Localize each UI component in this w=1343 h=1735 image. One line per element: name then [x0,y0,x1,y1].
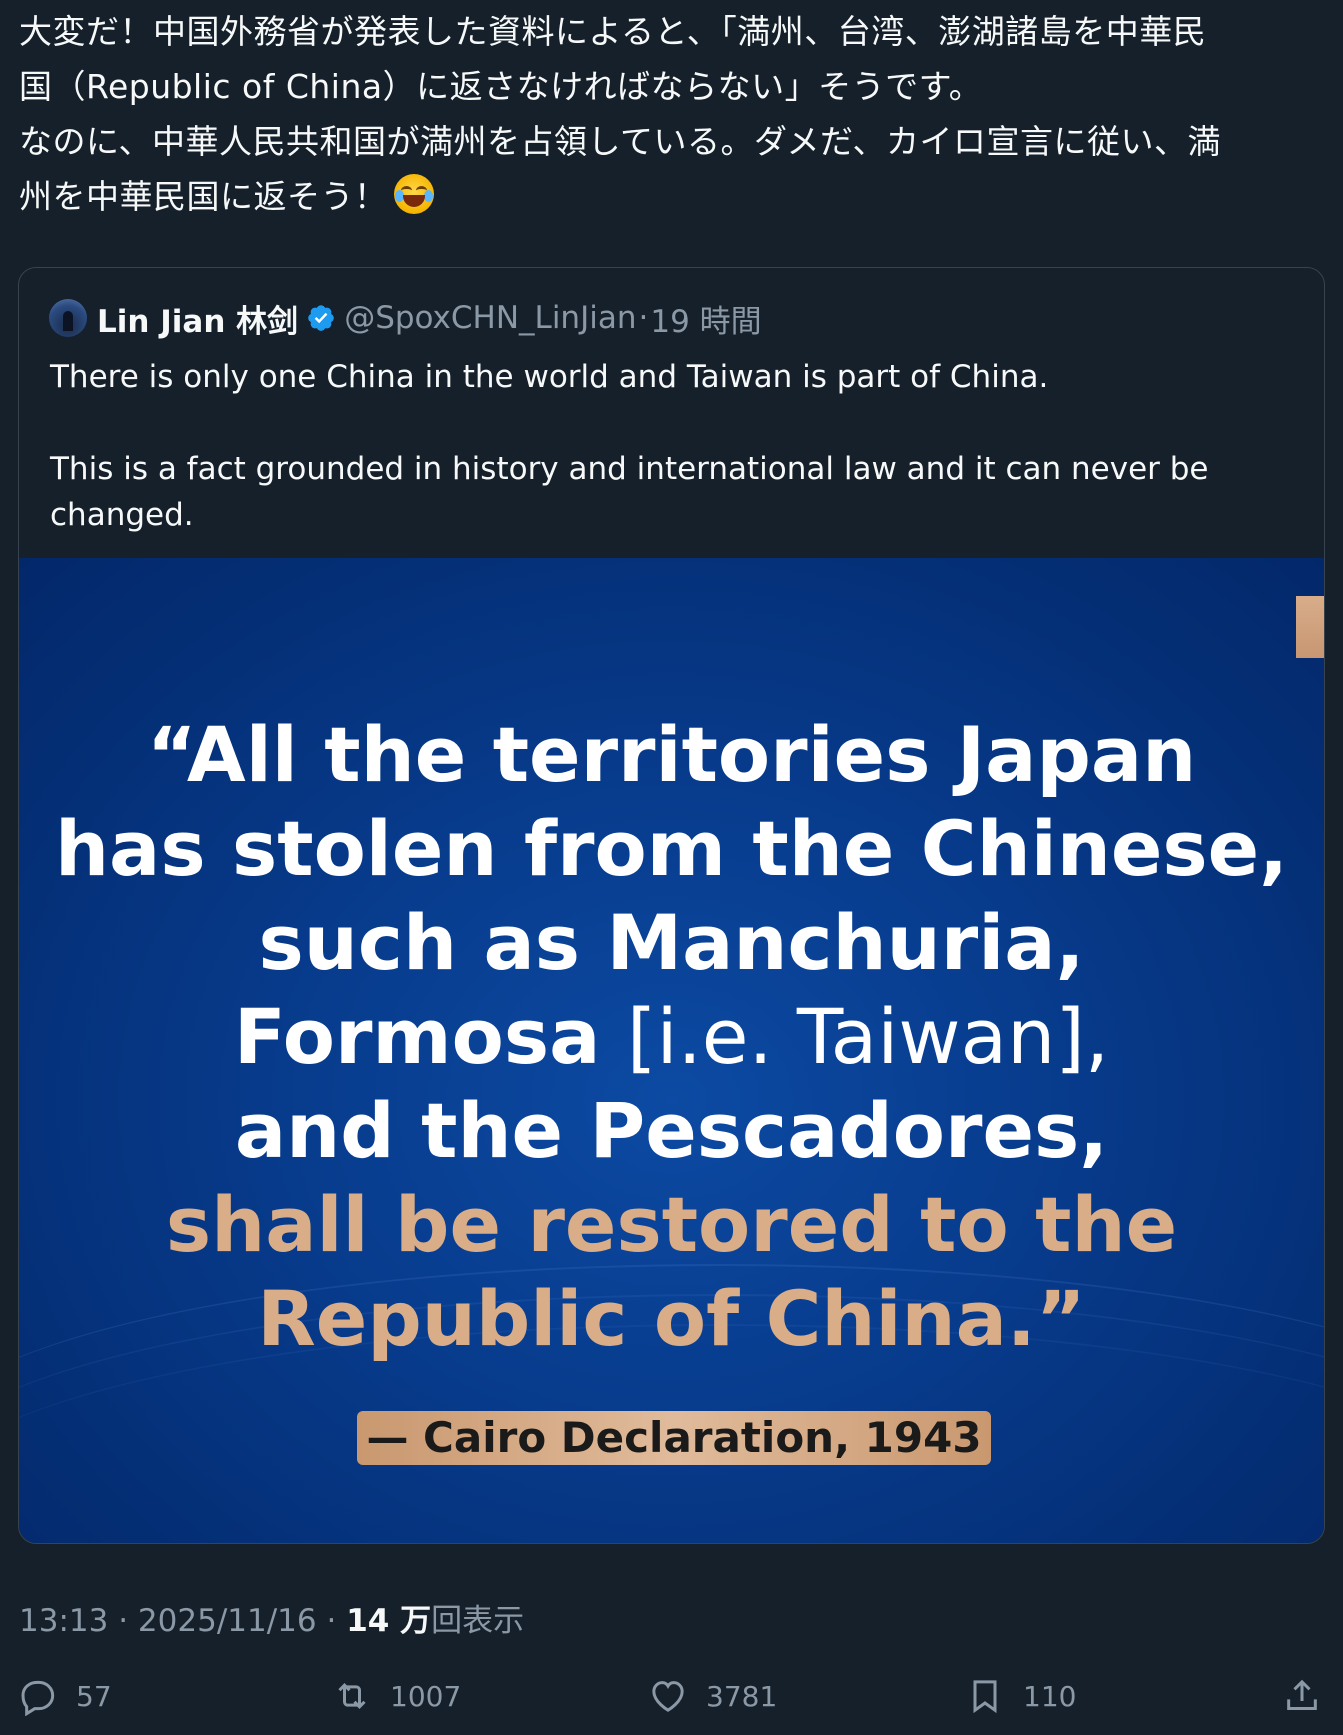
post-line: 国（Republic of China）に返さなければならない」そうです。 [19,67,983,106]
meta-separator: · [326,1603,337,1639]
repost-icon [338,1683,366,1709]
quoted-post-image[interactable]: “All the territories Japan has stolen fr… [19,558,1324,1543]
post-line: 州を中華民国に返そう！ [19,169,1319,224]
quote-line: such as Manchuria, [258,898,1085,987]
heart-icon [652,1681,684,1712]
repost-count: 1007 [390,1679,462,1713]
like-button[interactable]: 3781 [648,1666,777,1726]
post-line: なのに、中華人民共和国が満州を占領している。ダメだ、カイロ宣言に従い、満 [19,122,1222,161]
display-name[interactable]: Lin Jian 林剑 [97,296,298,341]
reply-icon [21,1680,55,1716]
repost-button[interactable]: 1007 [332,1666,461,1726]
quoted-post-card[interactable]: Lin Jian 林剑 @SpoxCHN_LinJian · 19 時間 The… [18,267,1325,1544]
quote-highlight-line: shall be restored to the [165,1180,1178,1269]
like-count: 3781 [706,1679,778,1713]
post-meta: 13:13 · 2025/11/16 · 14 万回表示 [19,1595,524,1640]
views-count: 14 万 [346,1603,432,1639]
quoted-post-header: Lin Jian 林剑 @SpoxCHN_LinJian · 19 時間 [49,296,762,340]
meta-separator: · [118,1603,129,1639]
quoted-body-paragraph: There is only one China in the world and… [50,359,1049,395]
bookmark-button[interactable]: 110 [965,1666,1076,1726]
post-time[interactable]: 19 時間 [650,296,761,341]
meta-separator: · [638,300,649,336]
quote-word: Formosa [233,992,601,1081]
reply-count: 57 [76,1679,112,1713]
quote-highlight-line: Republic of China.” [257,1274,1086,1363]
quote-line: and the Pescadores, [234,1086,1109,1175]
attribution-badge: — Cairo Declaration, 1943 [357,1411,991,1465]
post-text: 大変だ！中国外務省が発表した資料によると、「満州、台湾、澎湖諸島を中華民 国（R… [19,4,1319,224]
quote-aside: [i.e. Taiwan], [626,992,1110,1081]
quote-line: has stolen from the Chinese, [54,804,1289,893]
image-quote: “All the territories Japan has stolen fr… [19,708,1324,1366]
image-corner-tab [1296,596,1324,658]
quote-line: Formosa [i.e. Taiwan], [19,990,1324,1084]
bookmark-icon [973,1680,997,1714]
post-line: 大変だ！中国外務省が発表した資料によると、「満州、台湾、澎湖諸島を中華民 [19,12,1207,51]
quote-line: “All the territories Japan [146,710,1197,799]
share-button[interactable] [1282,1666,1340,1726]
bookmark-count: 110 [1023,1679,1077,1713]
views-label: 回表示 [431,1603,525,1639]
handle[interactable]: @SpoxCHN_LinJian [344,300,636,336]
quoted-body-paragraph: This is a fact grounded in history and i… [50,451,1209,533]
avatar[interactable] [49,299,87,337]
quoted-post-body: There is only one China in the world and… [50,354,1290,538]
verified-badge-icon [308,305,334,331]
laughing-emoji-icon [393,174,434,214]
post-timestamp[interactable]: 13:13 [19,1603,108,1639]
reply-button[interactable]: 57 [18,1666,112,1726]
action-bar: 57 1007 3781 110 [0,1666,1343,1726]
post-line-text: 州を中華民国に返そう！ [19,177,388,216]
share-icon [1287,1679,1317,1710]
post-date[interactable]: 2025/11/16 [138,1603,317,1639]
